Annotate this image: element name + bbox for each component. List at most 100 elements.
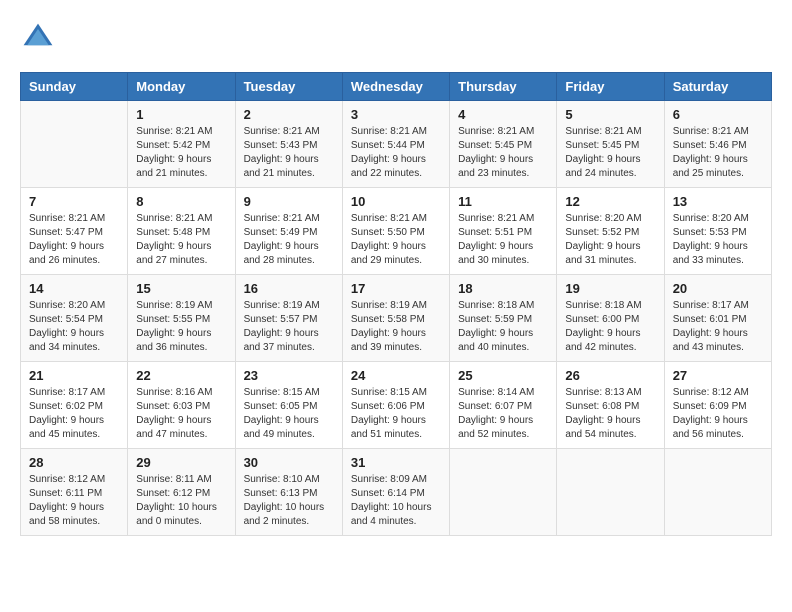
header-saturday: Saturday — [664, 73, 771, 101]
calendar-cell: 9 Sunrise: 8:21 AM Sunset: 5:49 PM Daylig… — [235, 188, 342, 275]
calendar-cell: 4 Sunrise: 8:21 AM Sunset: 5:45 PM Daylig… — [450, 101, 557, 188]
calendar-cell: 21Sunrise: 8:17 AM Sunset: 6:02 PM Dayli… — [21, 362, 128, 449]
day-number: 26 — [565, 368, 655, 383]
day-info: Sunrise: 8:14 AM Sunset: 6:07 PM Dayligh… — [458, 386, 548, 442]
calendar-cell: 3 Sunrise: 8:21 AM Sunset: 5:44 PM Daylig… — [342, 101, 449, 188]
day-info: Sunrise: 8:10 AM Sunset: 6:13 PM Dayligh… — [244, 473, 334, 529]
calendar-cell: 28 Sunrise: 8:12 AM Sunset: 6:11 PM Dayli… — [21, 449, 128, 536]
calendar-cell: 8 Sunrise: 8:21 AM Sunset: 5:48 PM Daylig… — [128, 188, 235, 275]
day-number: 16 — [244, 281, 334, 296]
day-info: Sunrise: 8:19 AM Sunset: 5:55 PM Dayligh… — [136, 299, 226, 355]
day-number: 22 — [136, 368, 226, 383]
day-info: Sunrise: 8:21 AM Sunset: 5:45 PM Dayligh… — [565, 125, 655, 181]
header-wednesday: Wednesday — [342, 73, 449, 101]
calendar-cell: 27 Sunrise: 8:12 AM Sunset: 6:09 PM Dayli… — [664, 362, 771, 449]
calendar-cell: 19 Sunrise: 8:18 AM Sunset: 6:00 PM Dayli… — [557, 275, 664, 362]
day-info: Sunrise: 8:15 AM Sunset: 6:06 PM Dayligh… — [351, 386, 441, 442]
day-info: Sunrise: 8:18 AM Sunset: 6:00 PM Dayligh… — [565, 299, 655, 355]
day-number: 8 — [136, 194, 226, 209]
header-sunday: Sunday — [21, 73, 128, 101]
day-number: 23 — [244, 368, 334, 383]
calendar-cell — [557, 449, 664, 536]
day-number: 2 — [244, 107, 334, 122]
day-number: 20 — [673, 281, 763, 296]
logo — [20, 20, 62, 56]
calendar-cell: 22Sunrise: 8:16 AM Sunset: 6:03 PM Dayli… — [128, 362, 235, 449]
day-info: Sunrise: 8:21 AM Sunset: 5:50 PM Dayligh… — [351, 212, 441, 268]
calendar-cell: 17 Sunrise: 8:19 AM Sunset: 5:58 PM Dayli… — [342, 275, 449, 362]
calendar-cell — [664, 449, 771, 536]
calendar-cell: 2 Sunrise: 8:21 AM Sunset: 5:43 PM Daylig… — [235, 101, 342, 188]
calendar-cell: 15 Sunrise: 8:19 AM Sunset: 5:55 PM Dayli… — [128, 275, 235, 362]
calendar-cell: 29 Sunrise: 8:11 AM Sunset: 6:12 PM Dayli… — [128, 449, 235, 536]
day-number: 30 — [244, 455, 334, 470]
day-number: 1 — [136, 107, 226, 122]
day-number: 10 — [351, 194, 441, 209]
day-info: Sunrise: 8:21 AM Sunset: 5:45 PM Dayligh… — [458, 125, 548, 181]
day-number: 29 — [136, 455, 226, 470]
calendar-cell: 14 Sunrise: 8:20 AM Sunset: 5:54 PM Dayli… — [21, 275, 128, 362]
day-number: 24 — [351, 368, 441, 383]
day-info: Sunrise: 8:12 AM Sunset: 6:11 PM Dayligh… — [29, 473, 119, 529]
calendar-cell: 24 Sunrise: 8:15 AM Sunset: 6:06 PM Dayli… — [342, 362, 449, 449]
calendar-cell: 13Sunrise: 8:20 AM Sunset: 5:53 PM Dayli… — [664, 188, 771, 275]
calendar-cell: 18 Sunrise: 8:18 AM Sunset: 5:59 PM Dayli… — [450, 275, 557, 362]
day-number: 14 — [29, 281, 119, 296]
day-info: Sunrise: 8:21 AM Sunset: 5:42 PM Dayligh… — [136, 125, 226, 181]
day-info: Sunrise: 8:20 AM Sunset: 5:53 PM Dayligh… — [673, 212, 763, 268]
day-info: Sunrise: 8:18 AM Sunset: 5:59 PM Dayligh… — [458, 299, 548, 355]
day-number: 11 — [458, 194, 548, 209]
day-number: 19 — [565, 281, 655, 296]
day-number: 31 — [351, 455, 441, 470]
day-info: Sunrise: 8:21 AM Sunset: 5:44 PM Dayligh… — [351, 125, 441, 181]
logo-icon — [20, 20, 56, 56]
day-info: Sunrise: 8:20 AM Sunset: 5:54 PM Dayligh… — [29, 299, 119, 355]
day-info: Sunrise: 8:20 AM Sunset: 5:52 PM Dayligh… — [565, 212, 655, 268]
calendar-cell: 16 Sunrise: 8:19 AM Sunset: 5:57 PM Dayli… — [235, 275, 342, 362]
calendar-week-row: 28 Sunrise: 8:12 AM Sunset: 6:11 PM Dayli… — [21, 449, 772, 536]
header-friday: Friday — [557, 73, 664, 101]
calendar-cell: 26 Sunrise: 8:13 AM Sunset: 6:08 PM Dayli… — [557, 362, 664, 449]
day-info: Sunrise: 8:09 AM Sunset: 6:14 PM Dayligh… — [351, 473, 441, 529]
day-info: Sunrise: 8:21 AM Sunset: 5:43 PM Dayligh… — [244, 125, 334, 181]
day-info: Sunrise: 8:21 AM Sunset: 5:46 PM Dayligh… — [673, 125, 763, 181]
day-number: 12 — [565, 194, 655, 209]
day-info: Sunrise: 8:21 AM Sunset: 5:49 PM Dayligh… — [244, 212, 334, 268]
calendar-cell: 1 Sunrise: 8:21 AM Sunset: 5:42 PM Daylig… — [128, 101, 235, 188]
day-info: Sunrise: 8:19 AM Sunset: 5:58 PM Dayligh… — [351, 299, 441, 355]
calendar-cell: 6Sunrise: 8:21 AM Sunset: 5:46 PM Daylig… — [664, 101, 771, 188]
calendar-cell: 23Sunrise: 8:15 AM Sunset: 6:05 PM Dayli… — [235, 362, 342, 449]
day-info: Sunrise: 8:21 AM Sunset: 5:47 PM Dayligh… — [29, 212, 119, 268]
day-number: 17 — [351, 281, 441, 296]
day-number: 4 — [458, 107, 548, 122]
calendar-header-row: Sunday Monday Tuesday Wednesday Thursday… — [21, 73, 772, 101]
day-number: 7 — [29, 194, 119, 209]
day-number: 9 — [244, 194, 334, 209]
calendar-cell: 10 Sunrise: 8:21 AM Sunset: 5:50 PM Dayli… — [342, 188, 449, 275]
calendar-week-row: 7 Sunrise: 8:21 AM Sunset: 5:47 PM Daylig… — [21, 188, 772, 275]
header-tuesday: Tuesday — [235, 73, 342, 101]
page-header — [20, 20, 772, 56]
calendar-week-row: 14 Sunrise: 8:20 AM Sunset: 5:54 PM Dayli… — [21, 275, 772, 362]
calendar-cell: 5Sunrise: 8:21 AM Sunset: 5:45 PM Daylig… — [557, 101, 664, 188]
header-thursday: Thursday — [450, 73, 557, 101]
day-info: Sunrise: 8:19 AM Sunset: 5:57 PM Dayligh… — [244, 299, 334, 355]
day-number: 15 — [136, 281, 226, 296]
day-number: 18 — [458, 281, 548, 296]
calendar-cell: 12 Sunrise: 8:20 AM Sunset: 5:52 PM Dayli… — [557, 188, 664, 275]
day-number: 28 — [29, 455, 119, 470]
day-info: Sunrise: 8:21 AM Sunset: 5:48 PM Dayligh… — [136, 212, 226, 268]
day-info: Sunrise: 8:17 AM Sunset: 6:01 PM Dayligh… — [673, 299, 763, 355]
day-info: Sunrise: 8:13 AM Sunset: 6:08 PM Dayligh… — [565, 386, 655, 442]
calendar-week-row: 1 Sunrise: 8:21 AM Sunset: 5:42 PM Daylig… — [21, 101, 772, 188]
calendar-cell: 25Sunrise: 8:14 AM Sunset: 6:07 PM Dayli… — [450, 362, 557, 449]
calendar-cell — [21, 101, 128, 188]
calendar-cell: 30 Sunrise: 8:10 AM Sunset: 6:13 PM Dayli… — [235, 449, 342, 536]
day-info: Sunrise: 8:12 AM Sunset: 6:09 PM Dayligh… — [673, 386, 763, 442]
calendar-cell: 20 Sunrise: 8:17 AM Sunset: 6:01 PM Dayli… — [664, 275, 771, 362]
day-info: Sunrise: 8:11 AM Sunset: 6:12 PM Dayligh… — [136, 473, 226, 529]
calendar-cell — [450, 449, 557, 536]
day-number: 27 — [673, 368, 763, 383]
calendar-cell: 11Sunrise: 8:21 AM Sunset: 5:51 PM Dayli… — [450, 188, 557, 275]
day-number: 3 — [351, 107, 441, 122]
